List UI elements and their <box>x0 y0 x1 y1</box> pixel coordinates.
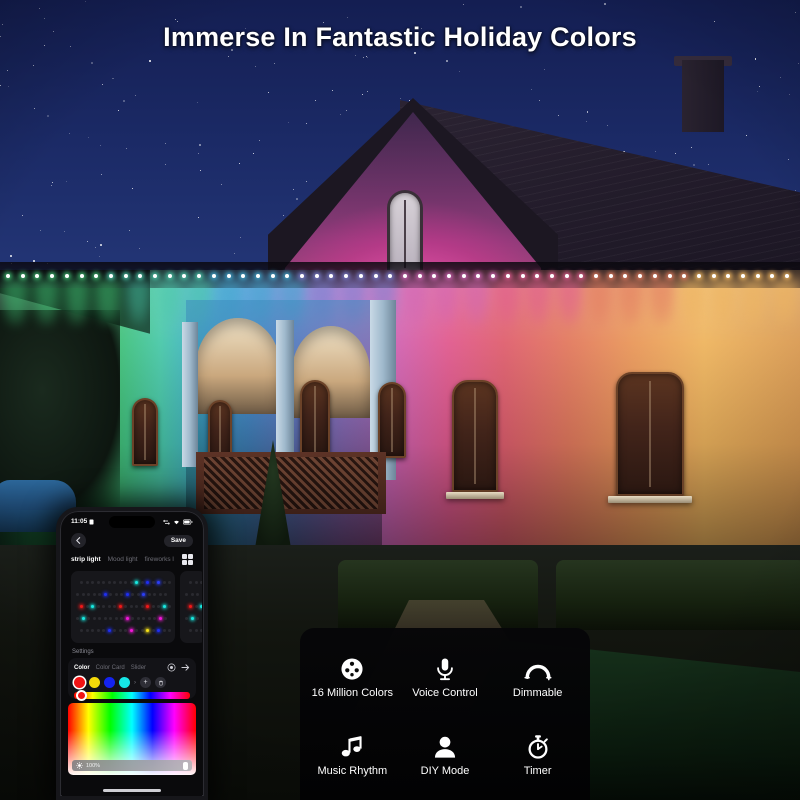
feature-diy-mode: DIY Mode <box>399 716 492 794</box>
feature-label: Music Rhythm <box>317 765 388 777</box>
strip-row <box>185 601 202 612</box>
feature-dimmable: Dimmable <box>491 638 584 716</box>
music-notes-icon <box>338 733 366 761</box>
trash-icon[interactable] <box>155 677 166 688</box>
scalloped-light-pools <box>0 280 800 326</box>
chimney <box>682 60 724 132</box>
microphone-icon <box>431 655 459 683</box>
alarm-icon <box>89 519 94 524</box>
status-time-group: 11:05 <box>71 518 94 525</box>
status-bar: 11:05 <box>62 513 202 530</box>
color-swatch[interactable] <box>89 677 100 688</box>
color-palette-icon <box>338 655 366 683</box>
feature-label: DIY Mode <box>420 765 470 777</box>
brightness-knob[interactable] <box>183 761 188 770</box>
battery-icon <box>183 518 193 525</box>
swatch-overflow-caret[interactable]: › <box>134 680 136 686</box>
color-settings-panel: Color Color Card Slider › + <box>68 658 196 701</box>
scene-tabs: strip light Mood light fireworks l <box>62 550 202 568</box>
signal-icon <box>163 519 170 525</box>
stopwatch-icon <box>524 733 552 761</box>
color-panel-icons <box>167 663 190 672</box>
brightness-slider[interactable]: 100% <box>72 760 192 771</box>
strip-row <box>185 613 202 624</box>
tab-color[interactable]: Color <box>74 665 90 671</box>
color-panel-tabs: Color Color Card Slider <box>74 663 190 672</box>
app-nav-bar: Save <box>62 530 202 550</box>
porch-pillar-left <box>182 322 198 467</box>
feature-label: Timer <box>523 765 552 777</box>
hedge-right <box>556 560 800 630</box>
back-button[interactable] <box>71 533 86 548</box>
feature-timer: Timer <box>491 716 584 794</box>
strip-preview-card-next[interactable] <box>180 571 202 643</box>
color-picker-gradient[interactable]: 100% <box>68 703 196 775</box>
status-icons <box>163 518 193 525</box>
status-time: 11:05 <box>71 518 88 525</box>
save-button[interactable]: Save <box>163 534 193 547</box>
settings-label: Settings <box>72 649 94 655</box>
brightness-icon <box>76 762 83 769</box>
phone-app-mockup: 11:05 Save strip light Mood light firewo… <box>56 507 208 800</box>
tab-mood-light[interactable]: Mood light <box>108 556 138 563</box>
strip-row <box>76 613 170 624</box>
strip-preview-card[interactable] <box>71 571 175 643</box>
strip-row <box>76 625 171 636</box>
dimmer-arc-icon <box>524 655 552 683</box>
person-icon <box>431 733 459 761</box>
strip-row <box>185 625 202 636</box>
window-right <box>616 372 684 496</box>
tab-strip-light[interactable]: strip light <box>71 556 101 563</box>
window-porch-a <box>300 380 330 458</box>
tab-color-card[interactable]: Color Card <box>96 665 125 671</box>
led-strip-points <box>0 274 800 284</box>
grid-view-icon[interactable] <box>182 554 193 565</box>
product-marketing-image: Immerse In Fantastic Holiday Colors 11:0… <box>0 0 800 800</box>
brightness-value: 100% <box>86 762 101 769</box>
tab-slider[interactable]: Slider <box>131 665 146 671</box>
home-indicator <box>103 789 161 792</box>
strip-row <box>76 601 171 612</box>
sill-center <box>446 492 504 499</box>
porch-arch-left <box>196 318 280 414</box>
strip-row <box>76 577 171 588</box>
wifi-icon <box>174 520 179 524</box>
balcony-rail <box>196 452 386 514</box>
feature-label: Dimmable <box>512 687 563 699</box>
strip-row <box>185 589 202 600</box>
color-swatch[interactable] <box>104 677 115 688</box>
tab-fireworks[interactable]: fireworks l <box>145 556 174 563</box>
strip-row <box>76 589 170 600</box>
feature-music-rhythm: Music Rhythm <box>306 716 399 794</box>
feature-voice-control: Voice Control <box>399 638 492 716</box>
phone-notch <box>109 516 155 528</box>
window-center <box>452 380 498 492</box>
feature-label: Voice Control <box>412 687 478 699</box>
window-porch-b <box>378 382 406 458</box>
feature-list-panel: 16 Million Colors Voice Control Dimmable… <box>300 628 590 800</box>
strip-preview-area <box>62 568 202 646</box>
record-circle-icon[interactable] <box>167 663 176 672</box>
sill-right <box>608 496 692 503</box>
arrow-right-icon[interactable] <box>181 663 190 672</box>
strip-row <box>185 577 202 588</box>
color-swatch-row: › + <box>74 672 190 692</box>
phone-screen: 11:05 Save strip light Mood light firewo… <box>62 513 202 796</box>
color-swatch[interactable] <box>74 677 85 688</box>
hue-bar[interactable] <box>74 690 190 701</box>
color-swatch[interactable] <box>119 677 130 688</box>
window-left-wing-a <box>132 398 158 466</box>
hue-knob[interactable] <box>76 690 87 701</box>
back-arrow-icon <box>76 537 81 544</box>
page-title: Immerse In Fantastic Holiday Colors <box>163 22 637 52</box>
porch-pillar-mid <box>276 320 294 470</box>
add-color-button[interactable]: + <box>140 677 151 688</box>
feature-label: 16 Million Colors <box>311 687 393 699</box>
feature-16-million-colors: 16 Million Colors <box>306 638 399 716</box>
